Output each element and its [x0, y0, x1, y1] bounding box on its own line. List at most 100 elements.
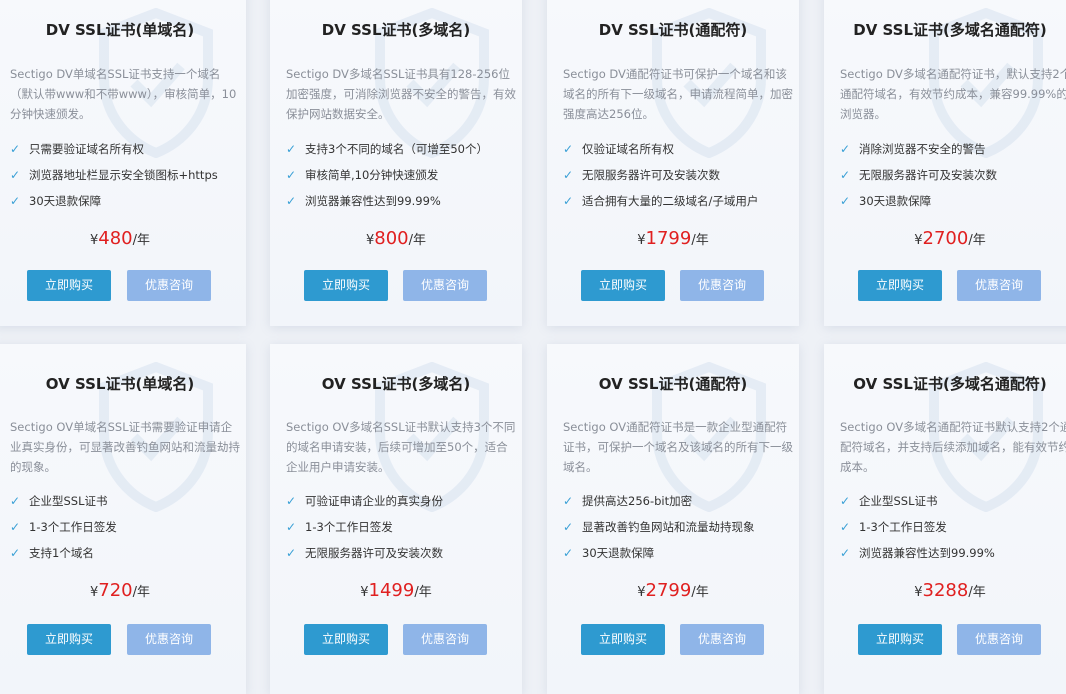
- card-description: Sectigo OV通配符证书是一款企业型通配符证书，可保护一个域名及该域名的所…: [563, 420, 793, 474]
- price-unit: /年: [132, 233, 151, 248]
- buy-now-button[interactable]: 立即购买: [27, 270, 111, 301]
- feature-text: 可验证申请企业的真实身份: [305, 494, 443, 508]
- feature-item: ✓ 企业型SSL证书: [10, 488, 246, 514]
- feature-item: ✓ 支持1个域名: [10, 540, 246, 566]
- price-value: 3288: [922, 580, 969, 601]
- feature-text: 无限服务器许可及安装次数: [305, 546, 443, 560]
- feature-text: 支持3个不同的域名（可增至50个）: [305, 142, 488, 156]
- card-title: OV SSL证书(单域名): [45, 375, 195, 393]
- feature-item: ✓ 1-3个工作日签发: [840, 514, 1066, 540]
- feature-text: 仅验证域名所有权: [582, 142, 674, 156]
- product-card: DV SSL证书(多域名) Sectigo DV多域名SSL证书具有128-25…: [270, 0, 522, 326]
- check-icon: ✓: [10, 168, 21, 182]
- price-value: 1799: [645, 228, 692, 249]
- feature-text: 提供高达256-bit加密: [582, 494, 693, 508]
- product-grid: DV SSL证书(单域名) Sectigo DV单域名SSL证书支持一个域名（默…: [0, 0, 1066, 694]
- feature-text: 只需要验证域名所有权: [29, 142, 144, 156]
- product-card: OV SSL证书(多域名通配符) Sectigo OV多域名通配符证书默认支持2…: [824, 344, 1066, 694]
- currency-symbol: ¥: [360, 585, 369, 600]
- buy-now-button[interactable]: 立即购买: [581, 624, 665, 655]
- buy-now-button[interactable]: 立即购买: [858, 624, 942, 655]
- price: ¥480/年: [0, 228, 246, 249]
- buy-now-button[interactable]: 立即购买: [27, 624, 111, 655]
- price-value: 800: [374, 228, 409, 249]
- feature-item: ✓ 企业型SSL证书: [840, 488, 1066, 514]
- feature-item: ✓ 30天退款保障: [840, 188, 1066, 214]
- consult-button[interactable]: 优惠咨询: [403, 270, 487, 301]
- price-unit: /年: [132, 585, 151, 600]
- feature-item: ✓ 可验证申请企业的真实身份: [286, 488, 522, 514]
- card-description: Sectigo OV多域名通配符证书默认支持2个通配符域名，并支持后续添加域名，…: [840, 420, 1066, 474]
- feature-item: ✓ 审核简单,10分钟快速颁发: [286, 162, 522, 188]
- product-card: OV SSL证书(单域名) Sectigo OV单域名SSL证书需要验证申请企业…: [0, 344, 246, 694]
- buy-now-button[interactable]: 立即购买: [581, 270, 665, 301]
- check-icon: ✓: [286, 142, 297, 156]
- consult-button[interactable]: 优惠咨询: [957, 270, 1041, 301]
- product-card: DV SSL证书(单域名) Sectigo DV单域名SSL证书支持一个域名（默…: [0, 0, 246, 326]
- price-unit: /年: [968, 585, 986, 600]
- buy-now-button[interactable]: 立即购买: [858, 270, 942, 301]
- check-icon: ✓: [840, 142, 851, 156]
- price: ¥800/年: [270, 228, 522, 249]
- price-unit: /年: [691, 585, 709, 600]
- price: ¥2700/年: [824, 228, 1066, 249]
- card-title: OV SSL证书(多域名通配符): [853, 375, 1047, 393]
- price: ¥720/年: [0, 580, 246, 601]
- feature-text: 1-3个工作日签发: [305, 520, 393, 534]
- feature-list: ✓ 消除浏览器不安全的警告 ✓ 无限服务器许可及安装次数 ✓ 30天退款保障: [840, 136, 1066, 214]
- feature-item: ✓ 30天退款保障: [10, 188, 246, 214]
- card-description: Sectigo DV多域名通配符证书，默认支持2个通配符域名，有效节约成本，兼容…: [840, 67, 1066, 121]
- feature-text: 浏览器地址栏显示安全锁图标+https: [29, 168, 218, 182]
- card-description: Sectigo DV单域名SSL证书支持一个域名（默认带www和不带www），审…: [10, 67, 237, 121]
- check-icon: ✓: [286, 520, 297, 534]
- feature-text: 浏览器兼容性达到99.99%: [305, 194, 441, 208]
- feature-text: 1-3个工作日签发: [859, 520, 947, 534]
- card-title: DV SSL证书(单域名): [45, 21, 195, 39]
- buy-now-button[interactable]: 立即购买: [304, 270, 388, 301]
- check-icon: ✓: [286, 546, 297, 560]
- check-icon: ✓: [10, 546, 21, 560]
- consult-button[interactable]: 优惠咨询: [957, 624, 1041, 655]
- feature-text: 30天退款保障: [582, 546, 655, 560]
- feature-list: ✓ 可验证申请企业的真实身份 ✓ 1-3个工作日签发 ✓ 无限服务器许可及安装次数: [286, 488, 522, 566]
- feature-text: 企业型SSL证书: [29, 494, 108, 508]
- feature-item: ✓ 浏览器兼容性达到99.99%: [840, 540, 1066, 566]
- feature-list: ✓ 只需要验证域名所有权 ✓ 浏览器地址栏显示安全锁图标+https ✓ 30天退款保…: [10, 136, 246, 214]
- consult-button[interactable]: 优惠咨询: [127, 624, 211, 655]
- feature-item: ✓ 无限服务器许可及安装次数: [840, 162, 1066, 188]
- feature-text: 30天退款保障: [859, 194, 932, 208]
- currency-symbol: ¥: [637, 233, 646, 248]
- card-title: DV SSL证书(通配符): [598, 21, 748, 39]
- feature-item: ✓ 1-3个工作日签发: [286, 514, 522, 540]
- feature-list: ✓ 企业型SSL证书 ✓ 1-3个工作日签发 ✓ 浏览器兼容性达到99.99%: [840, 488, 1066, 566]
- feature-text: 消除浏览器不安全的警告: [859, 142, 986, 156]
- feature-item: ✓ 浏览器地址栏显示安全锁图标+https: [10, 162, 246, 188]
- price-value: 1499: [368, 580, 415, 601]
- price-unit: /年: [691, 233, 709, 248]
- price-value: 2700: [922, 228, 969, 249]
- feature-text: 显著改善钓鱼网站和流量劫持现象: [582, 520, 755, 534]
- consult-button[interactable]: 优惠咨询: [127, 270, 211, 301]
- check-icon: ✓: [840, 168, 851, 182]
- feature-item: ✓ 仅验证域名所有权: [563, 136, 799, 162]
- feature-item: ✓ 适合拥有大量的二级域名/子域用户: [563, 188, 799, 214]
- feature-text: 浏览器兼容性达到99.99%: [859, 546, 995, 560]
- price-value: 480: [98, 228, 133, 249]
- feature-item: ✓ 提供高达256-bit加密: [563, 488, 799, 514]
- buy-now-button[interactable]: 立即购买: [304, 624, 388, 655]
- feature-list: ✓ 企业型SSL证书 ✓ 1-3个工作日签发 ✓ 支持1个域名: [10, 488, 246, 566]
- card-title: OV SSL证书(多域名): [321, 375, 471, 393]
- feature-text: 审核简单,10分钟快速颁发: [305, 168, 439, 182]
- price: ¥3288/年: [824, 580, 1066, 601]
- consult-button[interactable]: 优惠咨询: [403, 624, 487, 655]
- feature-item: ✓ 无限服务器许可及安装次数: [563, 162, 799, 188]
- check-icon: ✓: [563, 168, 574, 182]
- feature-item: ✓ 浏览器兼容性达到99.99%: [286, 188, 522, 214]
- consult-button[interactable]: 优惠咨询: [680, 624, 764, 655]
- card-description: Sectigo OV单域名SSL证书需要验证申请企业真实身份，可显著改善钓鱼网站…: [10, 420, 240, 474]
- check-icon: ✓: [563, 142, 574, 156]
- feature-text: 适合拥有大量的二级域名/子域用户: [582, 194, 759, 208]
- check-icon: ✓: [563, 194, 574, 208]
- consult-button[interactable]: 优惠咨询: [680, 270, 764, 301]
- check-icon: ✓: [563, 546, 574, 560]
